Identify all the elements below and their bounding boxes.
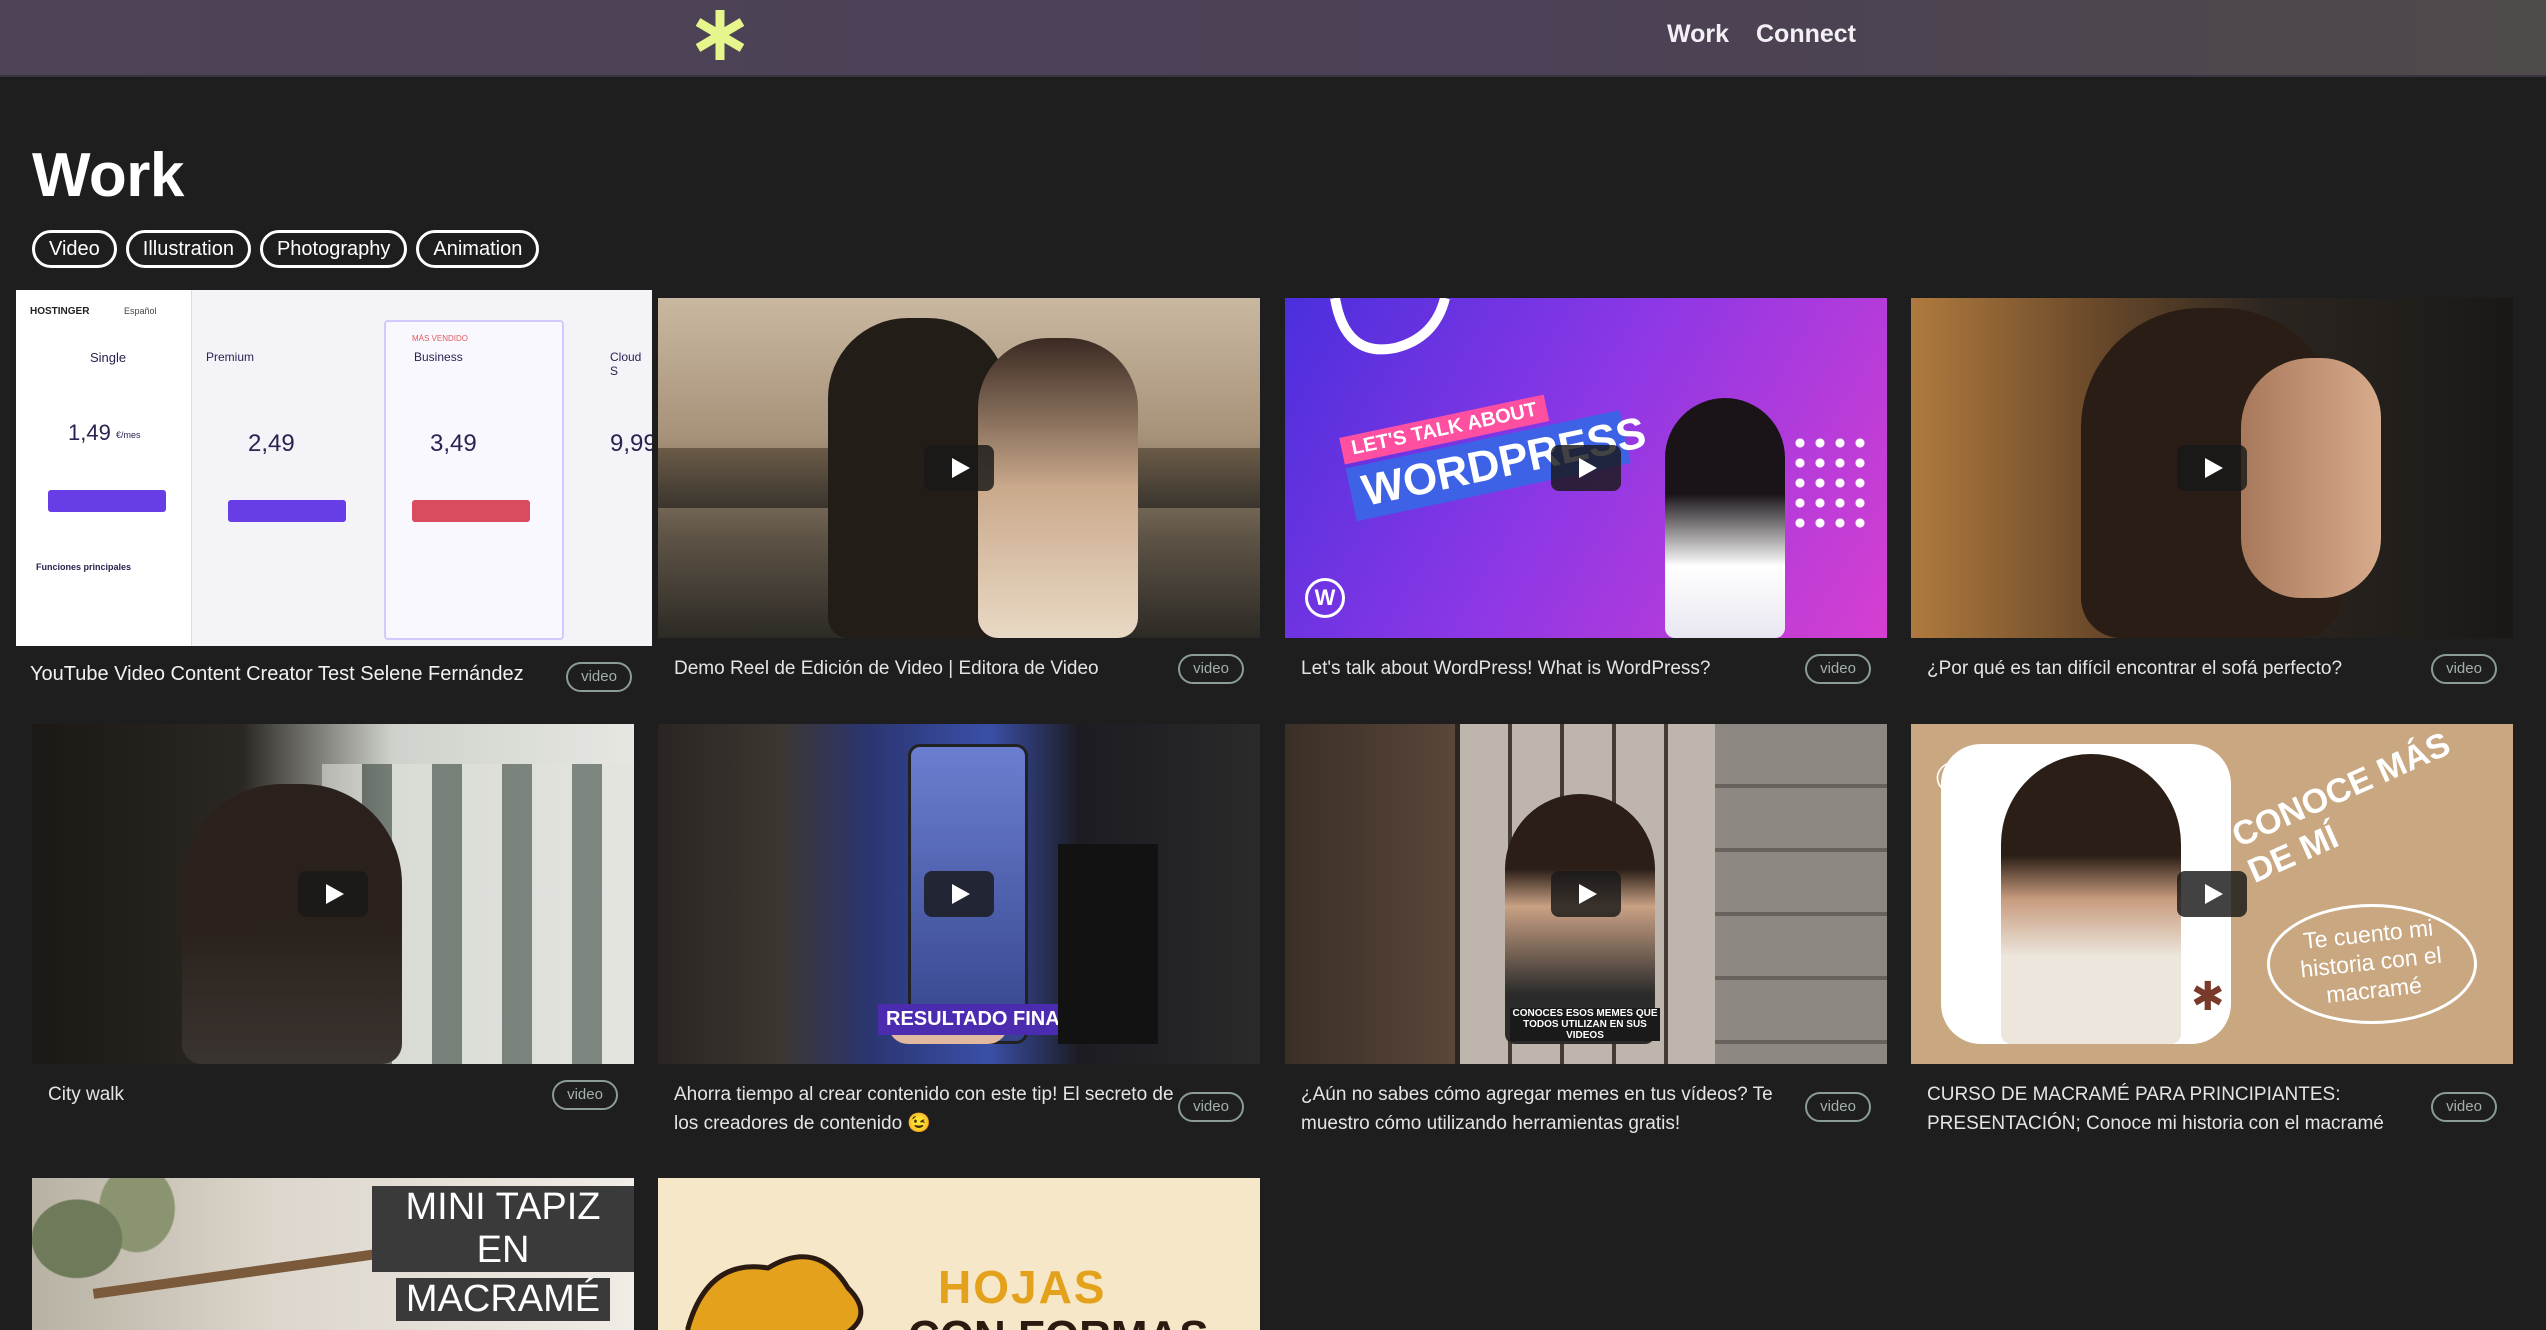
card-title[interactable]: YouTube Video Content Creator Test Selen… bbox=[30, 660, 570, 689]
video-thumbnail[interactable]: HOJAS CON FORMAS bbox=[658, 1178, 1260, 1330]
wordpress-logo-icon: W bbox=[1305, 578, 1345, 618]
play-icon[interactable] bbox=[2177, 445, 2247, 491]
card-title[interactable]: CURSO DE MACRAMÉ PARA PRINCIPIANTES: PRE… bbox=[1927, 1080, 2437, 1138]
play-icon[interactable] bbox=[924, 445, 994, 491]
work-card[interactable]: ☾ CONOCE MÁS DE MÍ Te cuento mi historia… bbox=[1911, 724, 2513, 1144]
card-title[interactable]: Ahorra tiempo al crear contenido con est… bbox=[674, 1080, 1184, 1138]
plan-name: Single bbox=[90, 350, 127, 365]
price-unit: €/mes bbox=[116, 430, 141, 440]
best-seller-tag: MÁS VENDIDO bbox=[412, 334, 469, 343]
play-icon[interactable] bbox=[1551, 445, 1621, 491]
video-thumbnail[interactable]: RESULTADO FINAL bbox=[658, 724, 1260, 1064]
work-card[interactable]: HOSTINGER Español Single 1,49 €/mes Func… bbox=[16, 290, 652, 710]
filter-video[interactable]: Video bbox=[32, 230, 117, 268]
video-thumbnail[interactable]: HOSTINGER Español Single 1,49 €/mes Func… bbox=[16, 290, 652, 646]
thumbnail-caption: CONOCE MÁS DE MÍ bbox=[2226, 724, 2456, 891]
work-card[interactable]: LET'S TALK ABOUT WORDPRESS W Let's talk … bbox=[1285, 298, 1887, 698]
work-card[interactable]: RESULTADO FINAL Ahorra tiempo al crear c… bbox=[658, 724, 1260, 1144]
video-thumbnail[interactable] bbox=[32, 724, 634, 1064]
work-card[interactable]: ¿Por qué es tan difícil encontrar el sof… bbox=[1911, 298, 2513, 698]
video-badge: video bbox=[566, 662, 632, 692]
page-title: Work bbox=[32, 141, 184, 210]
card-title[interactable]: Demo Reel de Edición de Video | Editora … bbox=[674, 654, 1154, 683]
play-icon[interactable] bbox=[298, 871, 368, 917]
hostinger-brand: HOSTINGER bbox=[30, 306, 90, 317]
card-title[interactable]: City walk bbox=[48, 1080, 528, 1109]
plan-price: 1,49 bbox=[68, 420, 111, 445]
video-badge: video bbox=[1178, 654, 1244, 684]
thumbnail-caption: RESULTADO FINAL bbox=[878, 1004, 1080, 1035]
features-label: Funciones principales bbox=[36, 562, 132, 572]
nav-link-connect[interactable]: Connect bbox=[1756, 20, 1856, 49]
thumbnail-caption: MACRAMÉ bbox=[395, 1278, 611, 1321]
card-title[interactable]: Let's talk about WordPress! What is Word… bbox=[1301, 654, 1781, 683]
video-thumbnail[interactable] bbox=[1911, 298, 2513, 638]
category-filters: Video Illustration Photography Animation bbox=[32, 230, 540, 268]
filter-illustration[interactable]: Illustration bbox=[125, 230, 251, 268]
asterisk-logo-icon[interactable] bbox=[692, 6, 748, 64]
thumbnail-caption: CONOCES ESOS MEMES QUE TODOS UTILIZAN EN… bbox=[1510, 1008, 1660, 1041]
plan-price: 3,49 bbox=[430, 430, 477, 457]
video-thumbnail[interactable]: MINI TAPIZ EN MACRAMÉ bbox=[32, 1178, 634, 1330]
plan-name: Premium bbox=[206, 350, 255, 364]
play-icon[interactable] bbox=[924, 871, 994, 917]
video-badge: video bbox=[552, 1080, 618, 1110]
card-title[interactable]: ¿Aún no sabes cómo agregar memes en tus … bbox=[1301, 1080, 1811, 1138]
work-card[interactable]: City walk video bbox=[32, 724, 634, 1134]
thumbnail-caption: CON FORMAS bbox=[908, 1312, 1209, 1330]
filter-animation[interactable]: Animation bbox=[416, 230, 540, 268]
play-icon[interactable] bbox=[2177, 871, 2247, 917]
video-badge: video bbox=[1805, 1092, 1871, 1122]
play-icon[interactable] bbox=[1551, 871, 1621, 917]
leaf-icon bbox=[685, 1254, 864, 1330]
language-label: Español bbox=[124, 306, 157, 316]
video-thumbnail[interactable]: LET'S TALK ABOUT WORDPRESS W bbox=[1285, 298, 1887, 638]
filter-photography[interactable]: Photography bbox=[259, 230, 408, 268]
paperclip-icon bbox=[1330, 298, 1450, 355]
work-card[interactable]: Demo Reel de Edición de Video | Editora … bbox=[658, 298, 1260, 698]
plan-name: Business bbox=[414, 350, 463, 364]
thumbnail-caption: HOJAS bbox=[938, 1261, 1107, 1313]
video-badge: video bbox=[1805, 654, 1871, 684]
work-card[interactable]: CONOCES ESOS MEMES QUE TODOS UTILIZAN EN… bbox=[1285, 724, 1887, 1144]
video-thumbnail[interactable]: CONOCES ESOS MEMES QUE TODOS UTILIZAN EN… bbox=[1285, 724, 1887, 1064]
card-title[interactable]: ¿Por qué es tan difícil encontrar el sof… bbox=[1927, 654, 2407, 683]
top-navigation-bar: Work Connect bbox=[0, 0, 2546, 77]
moon-icon: ☾ bbox=[1933, 755, 1973, 804]
plan-name: Cloud S bbox=[610, 350, 642, 378]
video-badge: video bbox=[2431, 654, 2497, 684]
video-thumbnail[interactable] bbox=[658, 298, 1260, 638]
video-badge: video bbox=[1178, 1092, 1244, 1122]
video-thumbnail[interactable]: ☾ CONOCE MÁS DE MÍ Te cuento mi historia… bbox=[1911, 724, 2513, 1064]
work-card[interactable]: HOJAS CON FORMAS bbox=[658, 1178, 1260, 1330]
flower-icon: ✱ bbox=[2191, 975, 2225, 1019]
plan-price: 9,99 bbox=[610, 430, 652, 457]
video-badge: video bbox=[2431, 1092, 2497, 1122]
plan-price: 2,49 bbox=[248, 430, 295, 457]
work-card[interactable]: MINI TAPIZ EN MACRAMÉ bbox=[32, 1178, 634, 1330]
thumbnail-caption: MINI TAPIZ EN bbox=[372, 1186, 634, 1272]
nav-link-work[interactable]: Work bbox=[1667, 20, 1729, 49]
